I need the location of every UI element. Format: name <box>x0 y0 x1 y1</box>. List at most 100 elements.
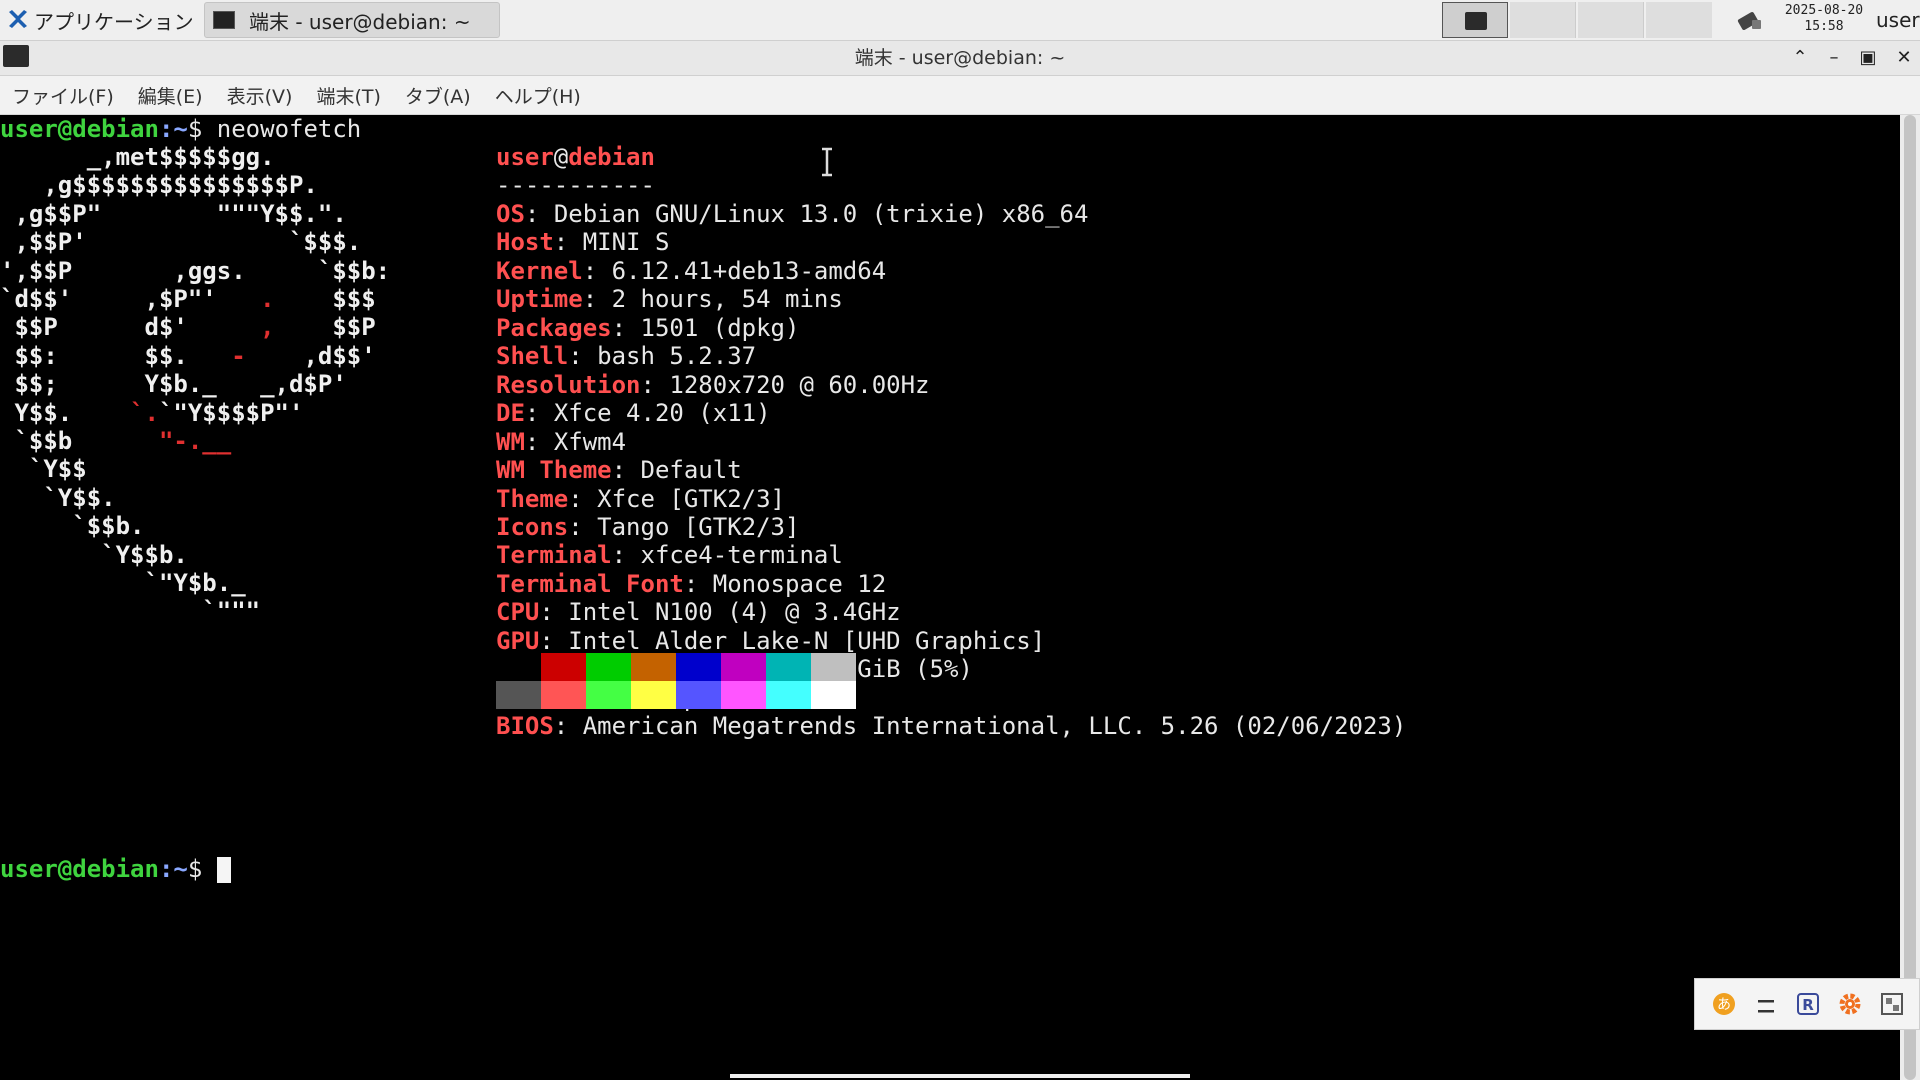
hiragana-input-icon[interactable]: あ <box>1711 991 1737 1017</box>
ascii-art-segment: `Y$$b. <box>0 540 188 569</box>
palette-swatch <box>811 653 856 681</box>
info-line: Terminal Font: Monospace 12 <box>496 570 886 598</box>
info-value: 1501 (dpkg) <box>640 313 800 342</box>
info-key: Host <box>496 228 554 257</box>
ascii-art-segment: `Y$$. <box>0 483 116 512</box>
dictionary-tool-icon[interactable] <box>1879 991 1905 1017</box>
taskbar-button-label: 端末 - user@debian: ~ <box>249 9 471 34</box>
info-key: Shell <box>496 342 569 371</box>
prompt-path: :~ <box>158 855 188 883</box>
ascii-art-line: `""" <box>0 597 260 625</box>
user-menu[interactable]: user <box>1876 0 1920 40</box>
command-text: neowofetch <box>216 115 362 143</box>
terminal-scrollbar[interactable] <box>1900 115 1920 1080</box>
info-key: DE <box>496 399 525 428</box>
menu-tabs[interactable]: タブ(A) <box>393 82 483 109</box>
window-titlebar[interactable]: 端末 - user@debian: ~ ⌃ – ▣ ✕ <box>0 41 1920 76</box>
workspace-4[interactable] <box>1646 2 1712 38</box>
info-line: WM Theme: Default <box>496 456 742 484</box>
active-prompt-line: user@debian:~$ <box>0 855 231 883</box>
menu-terminal[interactable]: 端末(T) <box>304 82 392 109</box>
workspace-3[interactable] <box>1578 2 1644 38</box>
shade-button[interactable]: ⌃ <box>1788 46 1812 70</box>
applications-menu-button[interactable]: アプリケーション <box>0 0 200 40</box>
text-cursor <box>216 857 231 883</box>
ascii-art-line: `d$$' ,$P"' . $$$ <box>0 285 376 313</box>
close-button[interactable]: ✕ <box>1892 46 1916 70</box>
romaji-input-icon[interactable]: R <box>1795 991 1821 1017</box>
ascii-art-line: `"Y$b._ <box>0 569 245 597</box>
ascii-art-line: ,g$$P" """Y$$.". <box>0 199 347 228</box>
scrollbar-thumb[interactable] <box>1904 115 1916 1080</box>
ascii-art-segment: ,$$P' `$$$. <box>0 228 362 257</box>
palette-swatch <box>631 681 676 709</box>
info-key: BIOS <box>496 712 554 741</box>
info-colon: : <box>539 626 569 655</box>
menu-help[interactable]: ヘルプ(H) <box>483 82 593 109</box>
minimize-button[interactable]: – <box>1822 46 1846 70</box>
maximize-button[interactable]: ▣ <box>1856 46 1880 70</box>
palette-swatch <box>721 681 766 709</box>
info-key: Packages <box>496 313 612 342</box>
ascii-art-line: ,g$$$$$$$$$$$$$$$P. <box>0 171 318 199</box>
info-key: GPU <box>496 626 540 655</box>
menu-edit[interactable]: 編集(E) <box>126 82 215 109</box>
info-colon: : <box>611 541 641 570</box>
clock[interactable]: 2025-08-20 15:58 <box>1776 3 1872 35</box>
info-line: Uptime: 2 hours, 54 mins <box>496 285 843 313</box>
ascii-art-segment: `"Y$$$$P"' <box>158 398 304 427</box>
ascii-art-segment: $$$ <box>274 285 376 313</box>
info-value: 1280x720 @ 60.00Hz <box>669 370 930 399</box>
palette-swatch <box>766 653 811 681</box>
ascii-art-line: `Y$$. <box>0 483 116 512</box>
info-at: @ <box>553 143 569 171</box>
ascii-art-segment: ,g$$$$$$$$$$$$$$$P. <box>0 171 318 200</box>
terminal-area[interactable]: user@debian:~$ neowofetch _,met$$$$$gg. … <box>0 115 1900 1080</box>
ascii-art-line: $$: $$. - ,d$$' <box>0 342 375 370</box>
prompt-symbol: $ <box>187 855 217 883</box>
ascii-art-segment: ,g$$P" """Y$$.". <box>0 199 347 228</box>
menu-file[interactable]: ファイル(F) <box>0 82 126 109</box>
ascii-art-segment: Y$$. <box>0 398 131 427</box>
palette-swatch <box>541 653 586 681</box>
info-line: GPU: Intel Alder Lake-N [UHD Graphics] <box>496 627 1045 655</box>
info-line: Theme: Xfce [GTK2/3] <box>496 485 785 513</box>
info-colon: : <box>582 256 612 285</box>
ascii-art-segment: "-.__ <box>158 427 232 455</box>
command-line: user@debian:~$ neowofetch <box>0 115 361 143</box>
ascii-art-line: `Y$$ <box>0 455 87 483</box>
menu-bar: ファイル(F) 編集(E) 表示(V) 端末(T) タブ(A) ヘルプ(H) <box>0 76 1920 115</box>
svg-text:あ: あ <box>1717 997 1731 1013</box>
settings-gear-icon[interactable] <box>1837 991 1863 1017</box>
palette-swatch <box>586 681 631 709</box>
menu-view[interactable]: 表示(V) <box>215 82 305 109</box>
ascii-art-segment: `. <box>130 398 159 427</box>
ascii-art-line: `Y$$b. <box>0 541 188 569</box>
info-line: Icons: Tango [GTK2/3] <box>496 513 799 541</box>
workspace-2[interactable] <box>1510 2 1576 38</box>
palette-swatch <box>676 653 721 681</box>
info-colon: : <box>553 712 583 741</box>
info-value: xfce4-terminal <box>640 541 843 570</box>
ascii-art-segment: `$$b <box>0 427 159 455</box>
ascii-art-line: $$; Y$b._ _,d$P' <box>0 370 346 398</box>
half-width-icon[interactable] <box>1753 991 1779 1017</box>
workspace-1[interactable] <box>1442 2 1508 38</box>
info-colon: : <box>640 370 670 399</box>
mouse-ibeam-cursor-icon <box>822 147 832 177</box>
applications-menu-label: アプリケーション <box>34 9 194 34</box>
ascii-art-segment: `""" <box>0 597 261 626</box>
ascii-art-line: $$P d$' , $$P <box>0 313 376 342</box>
network-icon[interactable] <box>1736 6 1764 34</box>
clock-time: 15:58 <box>1804 19 1844 34</box>
info-line: BIOS: American Megatrends International,… <box>496 712 1406 740</box>
ascii-art-segment: $$P <box>274 313 376 342</box>
info-host: debian <box>568 143 655 171</box>
info-colon: : <box>539 598 569 627</box>
prompt-user: user@debian <box>0 855 159 883</box>
info-key: Icons <box>496 512 569 541</box>
info-separator: ----------- <box>496 171 655 199</box>
taskbar-button-terminal[interactable]: 端末 - user@debian: ~ <box>204 2 500 38</box>
info-value: bash 5.2.37 <box>597 342 757 371</box>
ascii-art-line: `$$b. <box>0 512 144 540</box>
